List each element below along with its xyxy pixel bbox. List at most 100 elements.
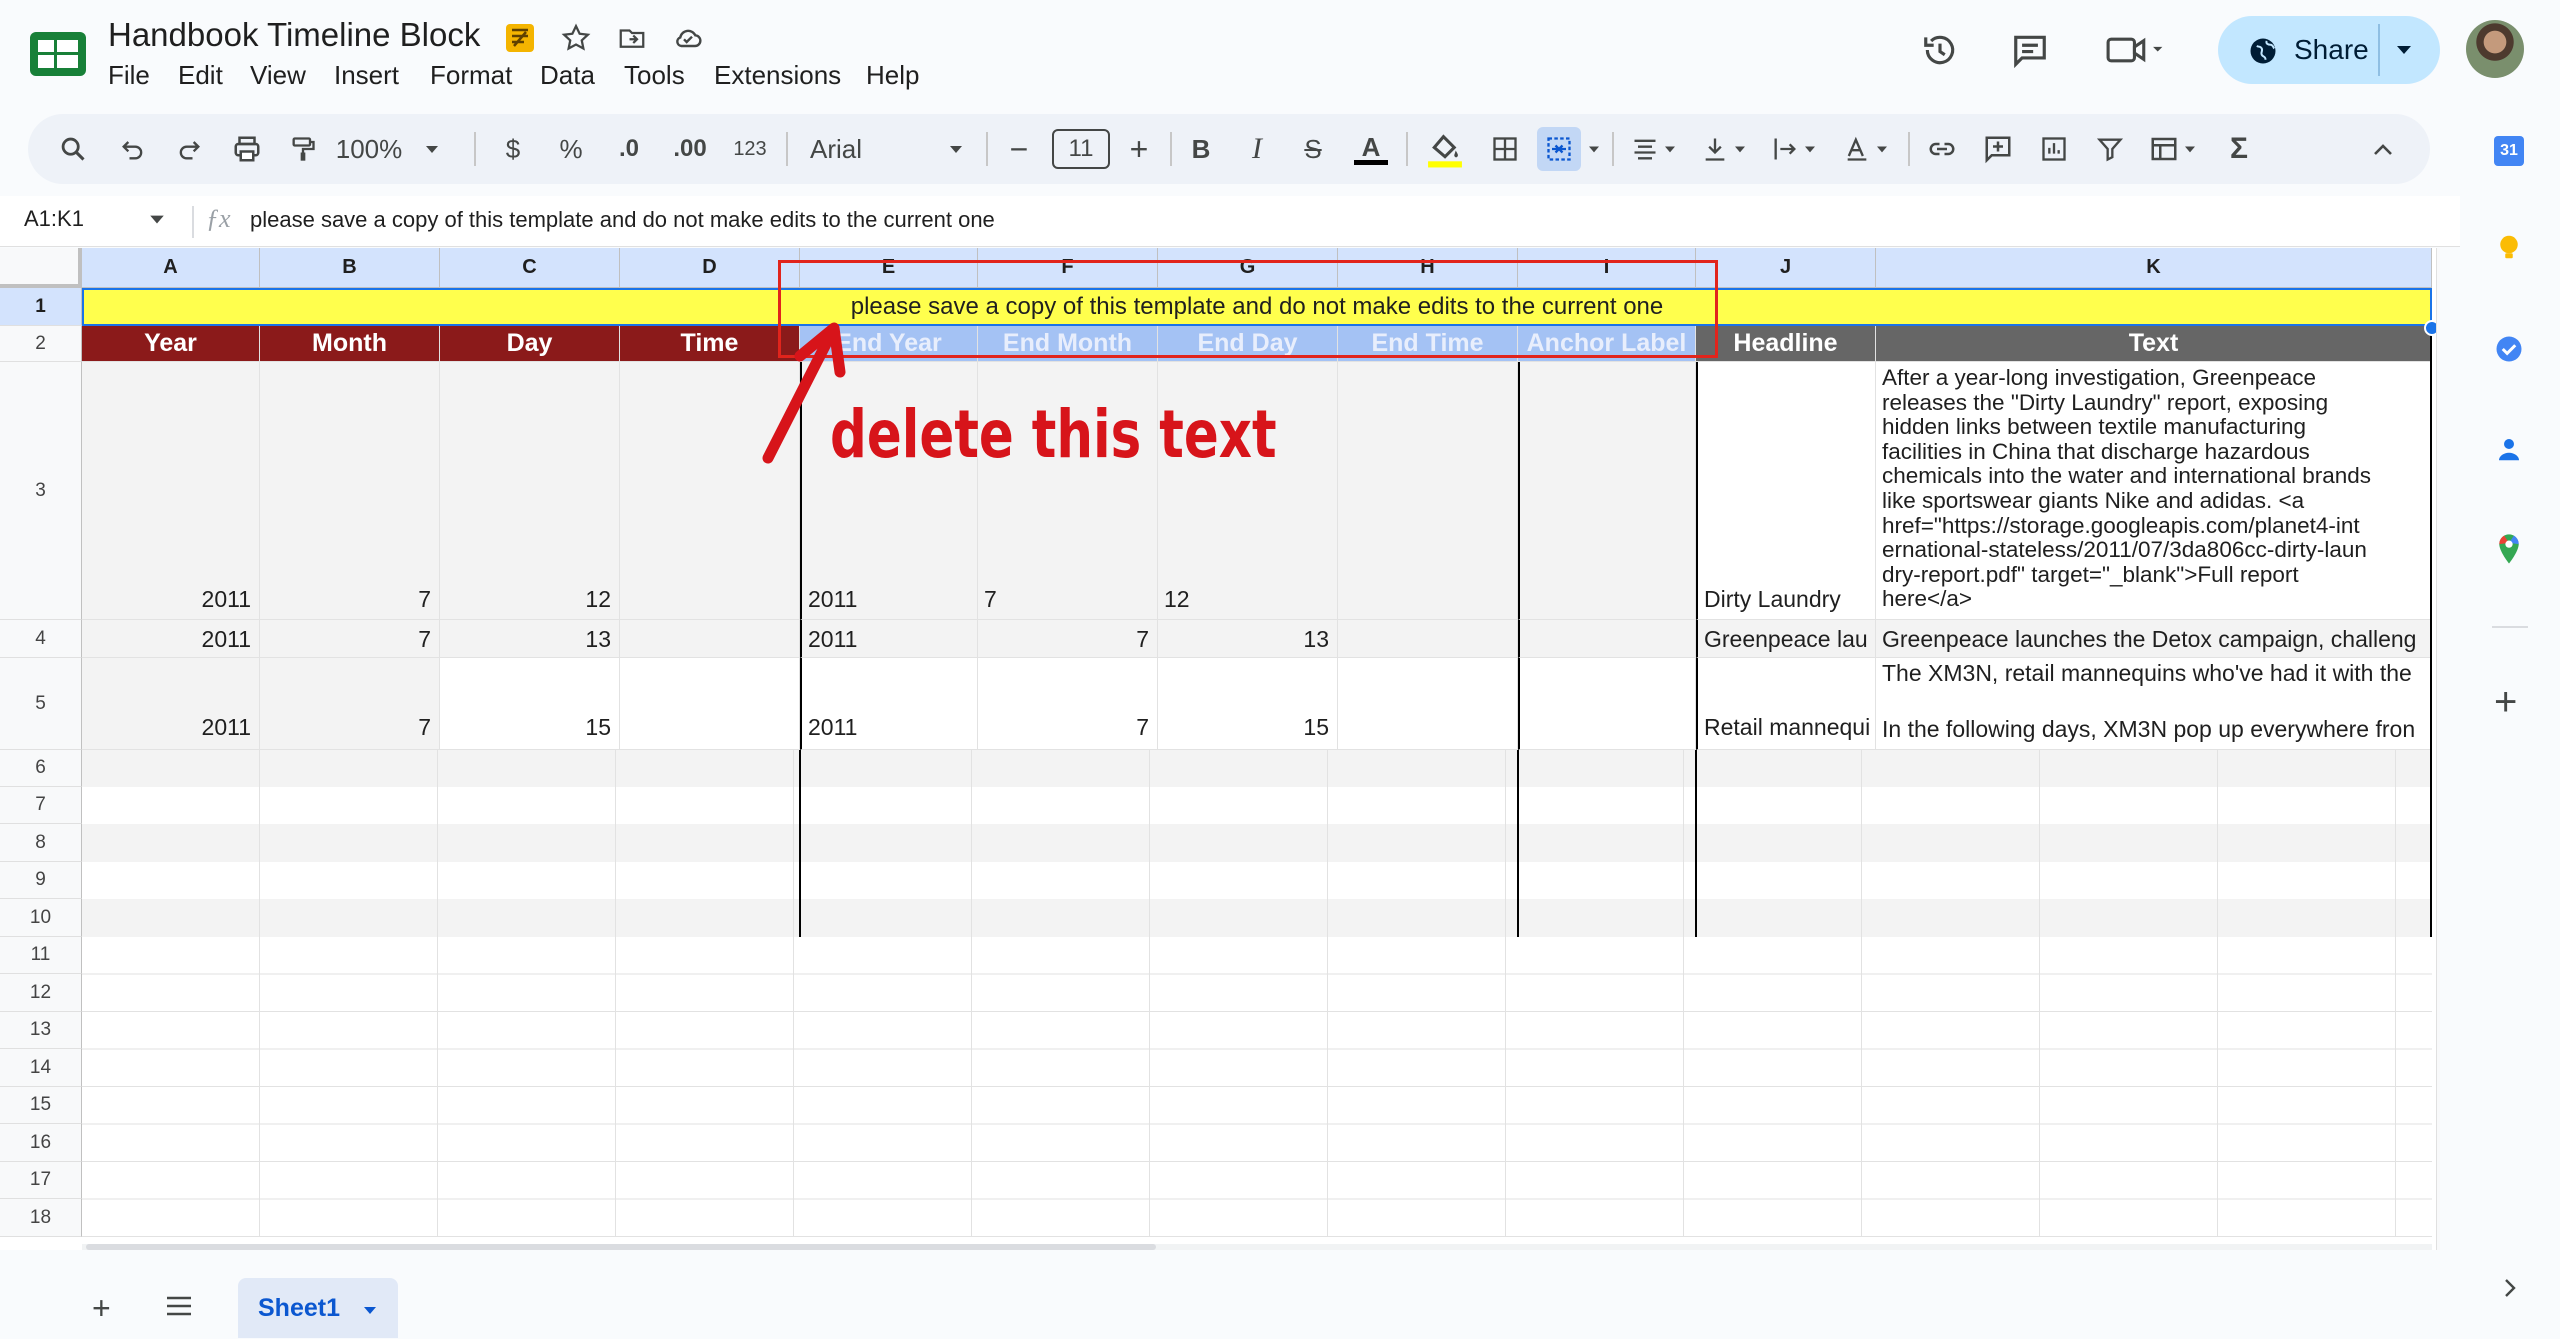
meet-video-icon[interactable] (2104, 28, 2168, 72)
search-menus-icon[interactable] (48, 114, 98, 184)
row-header-4[interactable]: 4 (0, 620, 82, 658)
column-header-a[interactable]: A (82, 248, 260, 288)
cell-f4[interactable]: 7 (978, 620, 1158, 658)
maps-icon[interactable] (2494, 532, 2524, 566)
cell-c5[interactable]: 15 (440, 658, 620, 750)
expand-side-panel-icon[interactable] (2502, 1276, 2518, 1300)
menu-insert[interactable]: Insert (334, 60, 399, 91)
chevron-down-icon[interactable] (362, 1304, 378, 1316)
table-row[interactable] (82, 899, 2432, 938)
row-header-18[interactable]: 18 (0, 1199, 82, 1237)
zoom-select[interactable]: 100% (334, 114, 442, 184)
cell-e4[interactable]: 2011 (800, 620, 978, 658)
cell-a3[interactable]: 2011 (82, 362, 260, 620)
insert-chart-icon[interactable] (2028, 114, 2080, 184)
cell-j5[interactable]: Retail mannequi (1696, 658, 1876, 750)
cell-b4[interactable]: 7 (260, 620, 440, 658)
all-sheets-icon[interactable] (164, 1294, 194, 1318)
cell-d4[interactable] (620, 620, 800, 658)
row-header-17[interactable]: 17 (0, 1162, 82, 1199)
horizontal-scrollbar[interactable] (82, 1244, 2432, 1250)
cell-j3[interactable]: Dirty Laundry (1696, 362, 1876, 620)
column-header-j[interactable]: J (1696, 248, 1876, 288)
print-icon[interactable] (222, 114, 272, 184)
comments-icon[interactable] (2008, 28, 2052, 72)
font-size-input[interactable]: 11 (1050, 114, 1112, 184)
cell-g4[interactable]: 13 (1158, 620, 1338, 658)
cell-b3[interactable]: 7 (260, 362, 440, 620)
row-header-12[interactable]: 12 (0, 974, 82, 1012)
cell-k5[interactable]: The XM3N, retail mannequins who've had i… (1876, 658, 2432, 750)
cell-a4[interactable]: 2011 (82, 620, 260, 658)
contacts-icon[interactable] (2494, 434, 2524, 464)
bold-button[interactable]: B (1178, 114, 1224, 184)
share-button[interactable]: Share (2218, 16, 2440, 84)
merge-cells-button[interactable] (1536, 114, 1602, 184)
row-header-10[interactable]: 10 (0, 899, 82, 937)
font-size-increase-button[interactable]: + (1114, 114, 1164, 184)
sheet-tab-sheet1[interactable]: Sheet1 (238, 1278, 398, 1338)
calendar-icon[interactable]: 31 (2494, 136, 2524, 166)
header-day[interactable]: Day (440, 326, 620, 362)
cell-h3[interactable] (1338, 362, 1518, 620)
undo-icon[interactable] (108, 114, 158, 184)
menu-data[interactable]: Data (540, 60, 595, 91)
cell-i5[interactable] (1518, 658, 1696, 750)
cell-e5[interactable]: 2011 (800, 658, 978, 750)
cell-a5[interactable]: 2011 (82, 658, 260, 750)
row-header-5[interactable]: 5 (0, 658, 82, 750)
text-color-button[interactable]: A (1346, 114, 1396, 184)
avatar[interactable] (2466, 20, 2524, 78)
menu-help[interactable]: Help (866, 60, 919, 91)
row-header-2[interactable]: 2 (0, 326, 82, 362)
insert-comment-icon[interactable] (1972, 114, 2024, 184)
row-header-9[interactable]: 9 (0, 862, 82, 899)
strikethrough-button[interactable]: S (1290, 114, 1336, 184)
select-all-corner[interactable] (0, 248, 82, 288)
insert-link-icon[interactable] (1916, 114, 1968, 184)
row-header-3[interactable]: 3 (0, 362, 82, 620)
move-folder-icon[interactable] (612, 18, 652, 58)
cell-d5[interactable] (620, 658, 800, 750)
vertical-scrollbar[interactable] (2436, 248, 2440, 1250)
row-header-7[interactable]: 7 (0, 787, 82, 824)
star-icon[interactable] (556, 18, 596, 58)
column-header-c[interactable]: C (440, 248, 620, 288)
cell-i4[interactable] (1518, 620, 1696, 658)
font-size-decrease-button[interactable]: − (994, 114, 1044, 184)
get-add-ons-icon[interactable]: + (2494, 682, 2517, 722)
redo-icon[interactable] (164, 114, 214, 184)
menu-file[interactable]: File (108, 60, 150, 91)
row-header-6[interactable]: 6 (0, 750, 82, 787)
italic-button[interactable]: I (1234, 114, 1280, 184)
cell-f5[interactable]: 7 (978, 658, 1158, 750)
row-header-11[interactable]: 11 (0, 937, 82, 974)
cell-k4[interactable]: Greenpeace launches the Detox campaign, … (1876, 620, 2432, 658)
cell-c3[interactable]: 12 (440, 362, 620, 620)
cell-h5[interactable] (1338, 658, 1518, 750)
vertical-align-icon[interactable] (1692, 114, 1756, 184)
cloud-saved-icon[interactable] (668, 18, 708, 58)
row-header-13[interactable]: 13 (0, 1012, 82, 1049)
menu-view[interactable]: View (250, 60, 306, 91)
increase-decimal-button[interactable]: .00 (662, 114, 718, 184)
column-header-b[interactable]: B (260, 248, 440, 288)
cell-c4[interactable]: 13 (440, 620, 620, 658)
row-header-16[interactable]: 16 (0, 1124, 82, 1162)
sheets-logo-icon[interactable] (28, 30, 88, 78)
sheet-type-icon[interactable] (500, 18, 540, 58)
version-history-icon[interactable] (1918, 28, 1962, 72)
table-row[interactable] (82, 750, 2432, 788)
name-box-dropdown-icon[interactable] (148, 212, 166, 226)
menu-edit[interactable]: Edit (178, 60, 223, 91)
row-header-8[interactable]: 8 (0, 824, 82, 862)
cell-g5[interactable]: 15 (1158, 658, 1338, 750)
add-sheet-icon[interactable]: + (92, 1290, 111, 1327)
functions-button[interactable]: Σ (2214, 114, 2264, 184)
header-year[interactable]: Year (82, 326, 260, 362)
name-box[interactable]: A1:K1 (24, 206, 84, 232)
document-title[interactable]: Handbook Timeline Block (108, 16, 480, 54)
horizontal-scroll-thumb[interactable] (86, 1244, 1156, 1250)
percent-format-button[interactable]: % (548, 114, 594, 184)
cell-i3[interactable] (1518, 362, 1696, 620)
